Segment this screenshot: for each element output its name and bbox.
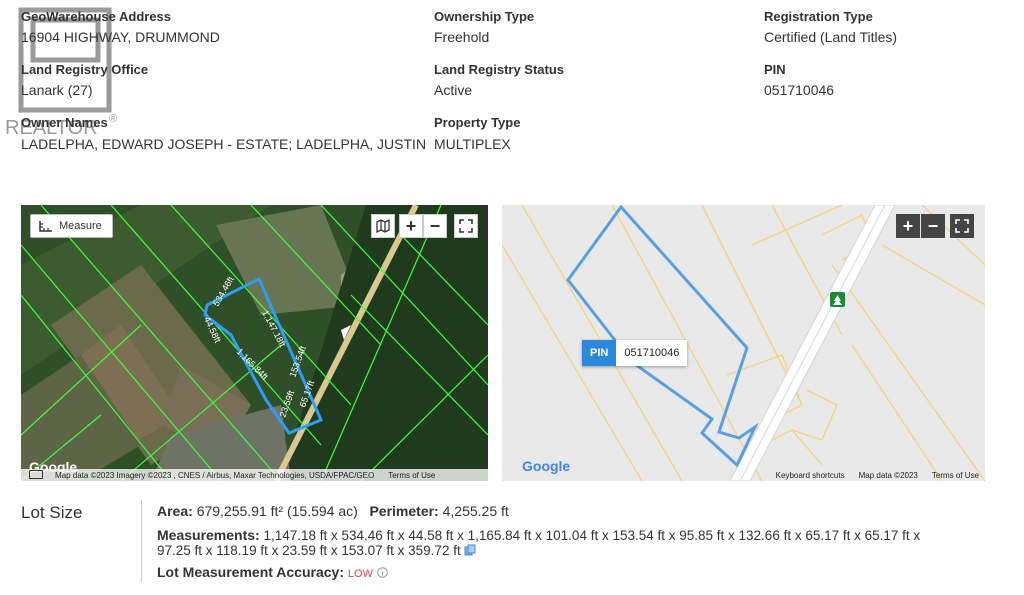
pin-label: PIN	[764, 62, 786, 77]
road-zoom-out-button[interactable]: −	[921, 214, 945, 238]
zoom-out-icon: −	[927, 215, 939, 236]
area-value: 679,255.91 ft² (15.594 ac)	[196, 503, 358, 519]
lot-accuracy-row: Lot Measurement Accuracy: LOW	[157, 564, 388, 580]
lot-divider	[141, 500, 142, 582]
lot-size-title: Lot Size	[21, 503, 83, 522]
office-value: Lanark (27)	[21, 82, 93, 98]
area-label: Area:	[157, 503, 193, 519]
road-fullscreen-button[interactable]	[950, 214, 974, 238]
fullscreen-icon	[955, 219, 969, 233]
satellite-attribution: Map data ©2023 Imagery ©2023 , CNES / Ai…	[55, 470, 375, 480]
pin-tag[interactable]: PIN 051710046	[582, 340, 688, 366]
map-type-button[interactable]	[371, 214, 395, 238]
road-attribution-bar: Keyboard shortcuts Map data ©2023 Terms …	[502, 469, 985, 481]
owner-label: Owner Names	[21, 115, 108, 130]
property-type-value: MULTIPLEX	[434, 136, 511, 152]
map-icon	[376, 219, 390, 233]
keyboard-icon	[29, 470, 43, 479]
satellite-map[interactable]: 534.46ft 44.58ft 1,147.18ft 1,165.84ft 1…	[21, 205, 488, 481]
perimeter-label: Perimeter:	[369, 503, 439, 519]
owner-value: LADELPHA, EDWARD JOSEPH - ESTATE; LADELP…	[21, 136, 427, 152]
pin-tag-value: 051710046	[616, 340, 688, 366]
accuracy-value: LOW	[347, 568, 373, 580]
lot-measurements-row: Measurements: 1,147.18 ft x 534.46 ft x …	[157, 527, 920, 543]
zoom-out-icon: −	[429, 215, 441, 236]
status-value: Active	[434, 82, 473, 98]
zoom-in-icon: +	[902, 215, 914, 236]
registration-label: Registration Type	[764, 9, 873, 24]
ownership-label: Ownership Type	[434, 9, 535, 24]
satellite-terms-link[interactable]: Terms of Use	[388, 471, 435, 480]
pin-value: 051710046	[764, 82, 835, 98]
road-terms-link[interactable]: Terms of Use	[932, 471, 979, 480]
zoom-out-button[interactable]: −	[423, 214, 447, 238]
realtor-logo-mark: ®	[109, 113, 117, 125]
zoom-in-icon: +	[405, 215, 417, 236]
copy-icon[interactable]	[464, 544, 476, 556]
zoom-in-button[interactable]: +	[399, 214, 423, 238]
address-value: 16904 HIGHWAY, DRUMMOND	[21, 29, 220, 45]
property-type-label: Property Type	[434, 115, 521, 130]
satellite-attribution-bar: Map data ©2023 Imagery ©2023 , CNES / Ai…	[21, 469, 488, 481]
ruler-icon	[39, 221, 52, 232]
satellite-imagery: 534.46ft 44.58ft 1,147.18ft 1,165.84ft 1…	[21, 205, 488, 481]
measure-label-text: Measure	[59, 220, 102, 232]
accuracy-label: Lot Measurement Accuracy:	[157, 564, 344, 580]
ownership-value: Freehold	[434, 29, 490, 45]
address-label: GeoWarehouse Address	[21, 9, 172, 24]
pin-tag-key: PIN	[582, 340, 617, 366]
road-map[interactable]: PIN 051710046 + − Google Keyboard shortc…	[502, 205, 985, 481]
info-icon[interactable]	[377, 567, 388, 578]
fullscreen-button[interactable]	[454, 214, 478, 238]
road-map-tiles	[502, 205, 985, 481]
office-label: Land Registry Office	[21, 62, 149, 77]
measurements-line1: 1,147.18 ft x 534.46 ft x 44.58 ft x 1,1…	[263, 528, 921, 543]
keyboard-shortcuts-link[interactable]: Keyboard shortcuts	[776, 471, 845, 480]
perimeter-value: 4,255.25 ft	[442, 503, 509, 519]
lot-area-row: Area: 679,255.91 ft² (15.594 ac) Perimet…	[157, 503, 509, 519]
lot-measurements-row2: 97.25 ft x 118.19 ft x 23.59 ft x 153.07…	[157, 543, 476, 558]
status-label: Land Registry Status	[434, 62, 565, 77]
measure-button[interactable]: Measure	[30, 214, 113, 238]
road-zoom-in-button[interactable]: +	[896, 214, 920, 238]
registration-value: Certified (Land Titles)	[764, 29, 898, 45]
measurements-line2: 97.25 ft x 118.19 ft x 23.59 ft x 153.07…	[157, 543, 461, 558]
fullscreen-icon	[459, 219, 473, 233]
road-map-data: Map data ©2023	[858, 470, 918, 480]
measurements-label: Measurements:	[157, 527, 260, 543]
